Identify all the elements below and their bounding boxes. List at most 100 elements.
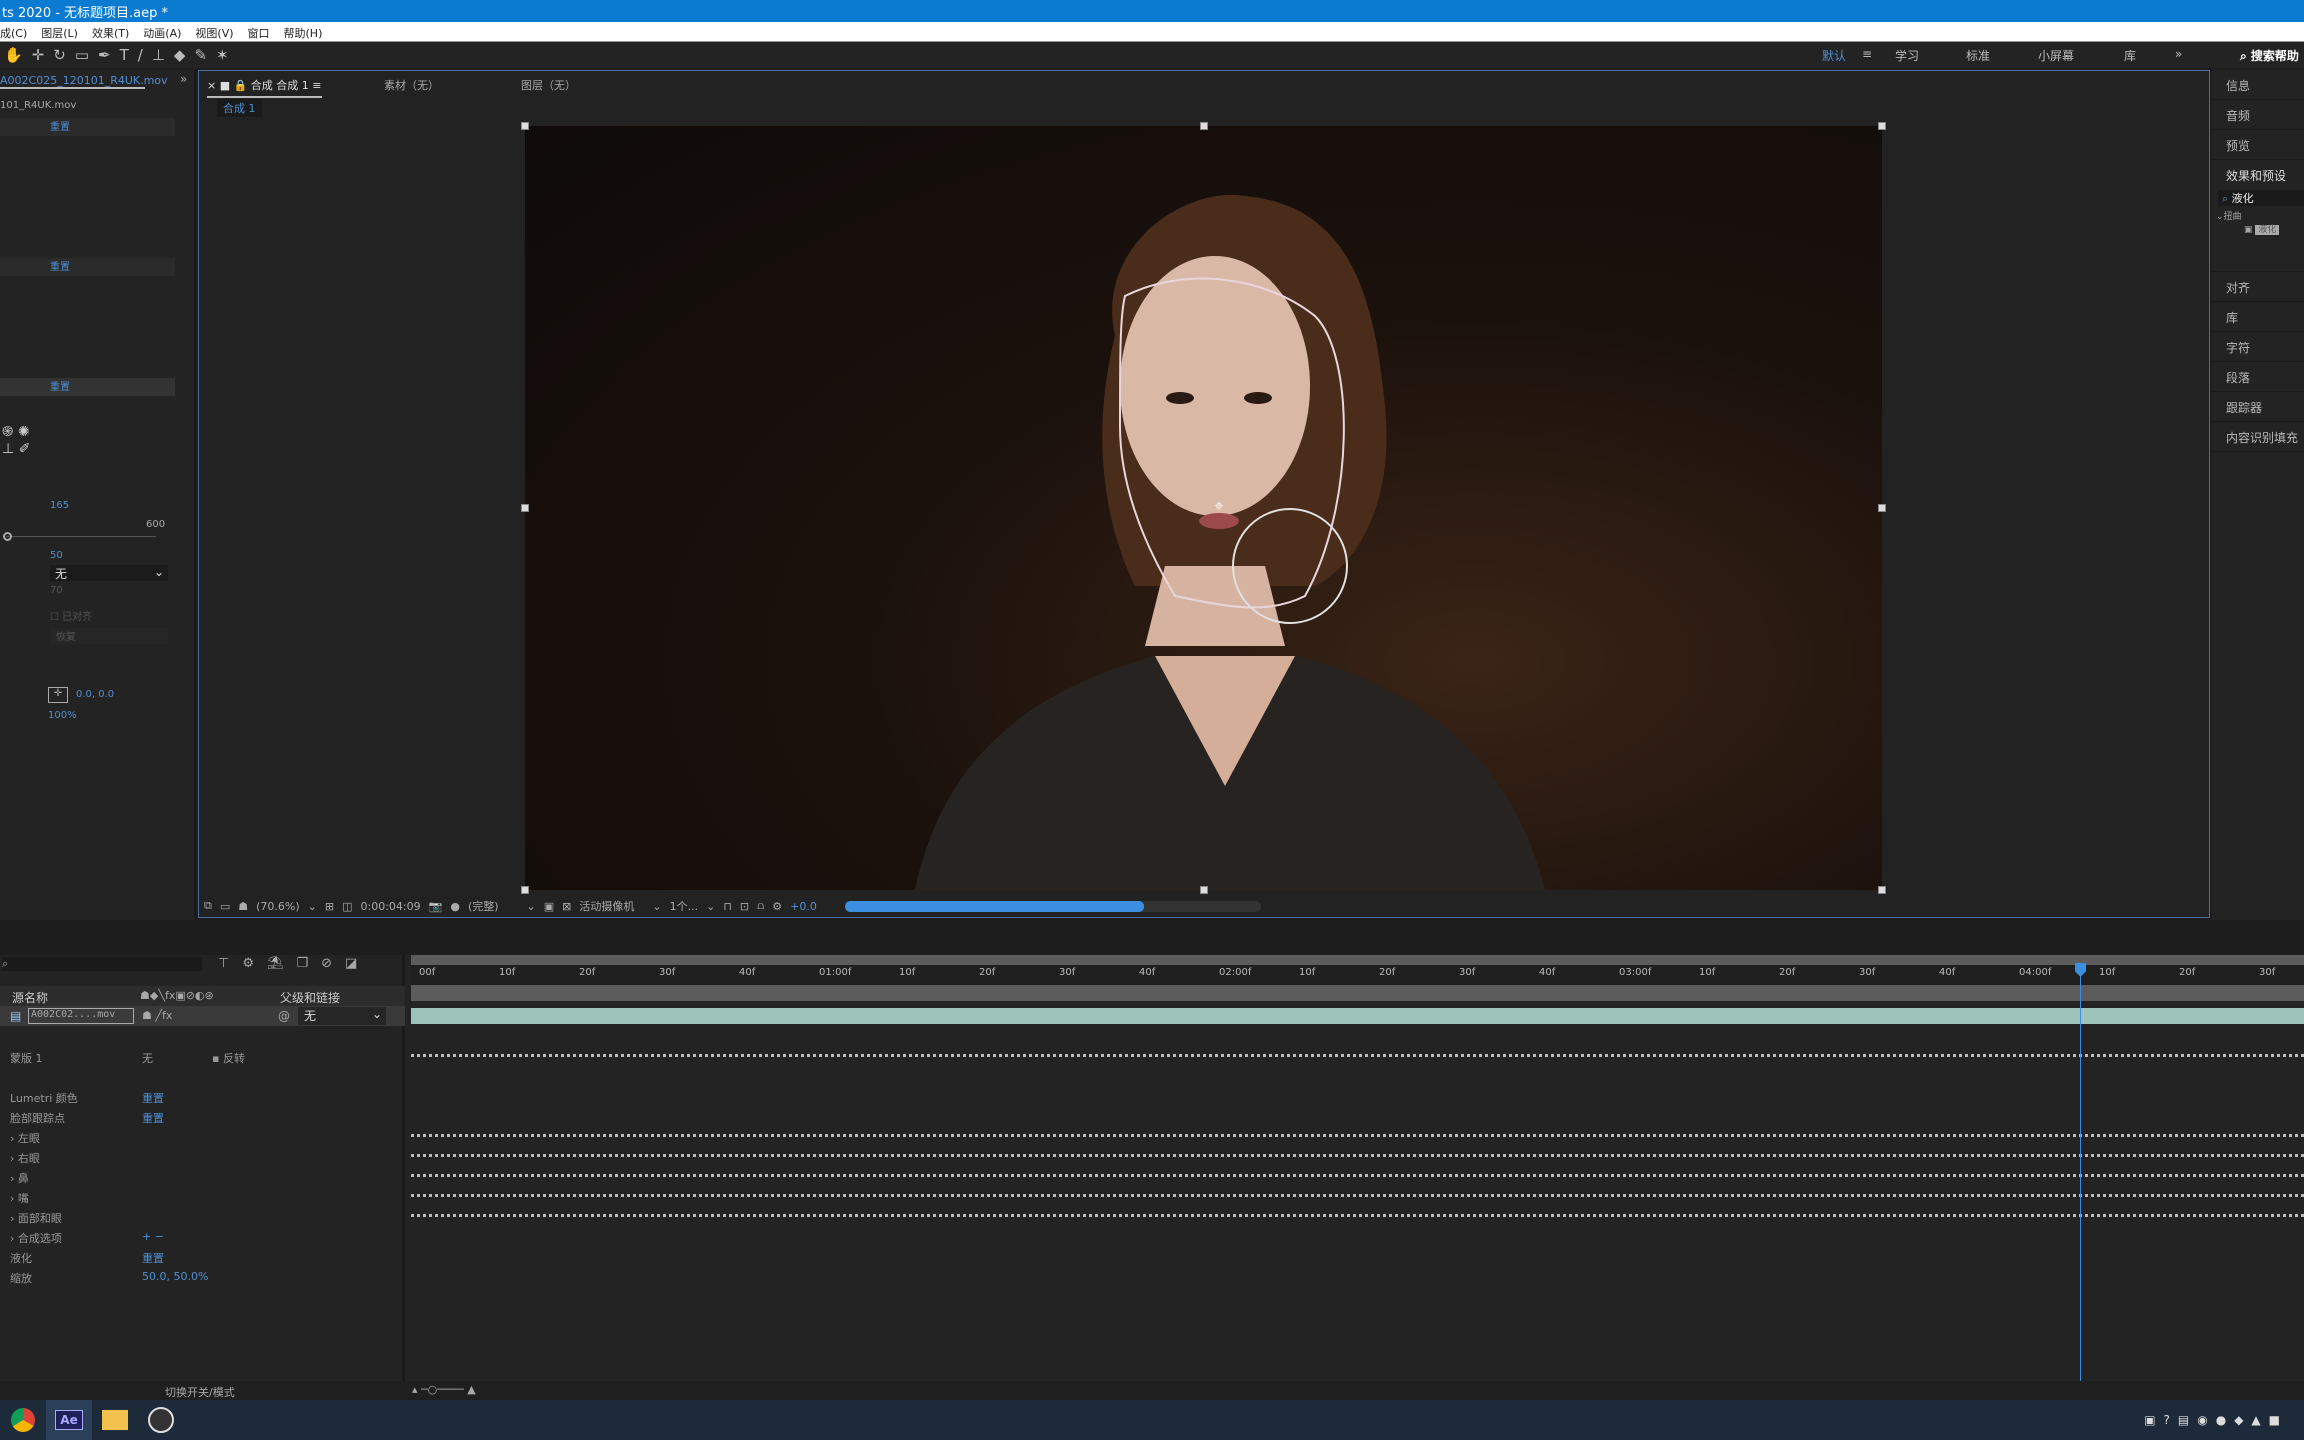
fast-preview-icon[interactable]: ⊓ bbox=[723, 900, 732, 913]
timeline-property-row[interactable]: 液化 重置 bbox=[0, 1246, 405, 1266]
timeline-property-row[interactable]: 蒙版 1 无 ▪ 反转 bbox=[0, 1046, 405, 1066]
source-name-header[interactable]: 源名称 bbox=[12, 989, 48, 1006]
comp-breadcrumb[interactable]: 合成 1 bbox=[217, 99, 262, 117]
panel-effects-presets[interactable]: 效果和预设 bbox=[2212, 160, 2304, 190]
property-value[interactable]: 无 bbox=[142, 1050, 153, 1066]
parent-link-header[interactable]: 父级和链接 bbox=[280, 989, 340, 1006]
property-value[interactable]: 重置 bbox=[142, 1250, 164, 1266]
panel-info[interactable]: 信息 bbox=[2212, 70, 2304, 100]
playhead[interactable] bbox=[2075, 963, 2086, 1381]
property-value[interactable]: 50.0, 50.0% bbox=[142, 1270, 208, 1283]
pin-tool-icon[interactable]: ✶ bbox=[216, 46, 229, 64]
effects-search-input[interactable]: ⌕ 液化 bbox=[2218, 190, 2304, 206]
aligned-checkbox[interactable]: ☐ 已对齐 bbox=[50, 608, 92, 623]
timeline-property-row[interactable] bbox=[0, 1066, 405, 1086]
menu-item[interactable]: 成(C) bbox=[0, 25, 27, 41]
composition-viewer[interactable]: ⌖ bbox=[525, 126, 1882, 890]
rotate-tool-icon[interactable]: ↻ bbox=[53, 46, 66, 64]
transparency-grid-icon[interactable]: ▣ bbox=[544, 900, 554, 913]
transform-handle[interactable] bbox=[1878, 504, 1886, 512]
timeline-property-row[interactable]: › 左眼 bbox=[0, 1126, 405, 1146]
layer-switches[interactable]: ☗ ╱fx bbox=[142, 1009, 172, 1022]
panel-item[interactable]: 对齐 bbox=[2212, 272, 2304, 302]
timeline-property-row[interactable] bbox=[0, 1026, 405, 1046]
timeline-icon[interactable]: ⊡ bbox=[740, 900, 749, 913]
property-value[interactable]: 重置 bbox=[142, 1090, 164, 1106]
panel-item[interactable]: 段落 bbox=[2212, 362, 2304, 392]
snapshot-icon[interactable]: 📷 bbox=[429, 900, 443, 913]
reset-link[interactable]: 重置 bbox=[50, 378, 70, 393]
reset-link[interactable]: 重置 bbox=[50, 258, 70, 273]
position-crosshair-icon[interactable]: ✛ bbox=[48, 687, 68, 703]
keyframe-track[interactable] bbox=[411, 1134, 2304, 1137]
toggle-mask-icon[interactable]: ⊠ bbox=[562, 900, 571, 913]
transform-handle[interactable] bbox=[521, 504, 529, 512]
layer-name[interactable]: A002C02....mov bbox=[28, 1008, 134, 1024]
mode-dropdown[interactable]: 无 ⌄ bbox=[50, 565, 168, 581]
restore-dropdown[interactable]: 恢复 bbox=[50, 628, 168, 644]
menu-item[interactable]: 动画(A) bbox=[143, 25, 181, 41]
category-distort[interactable]: ⌄扭曲 bbox=[2212, 209, 2304, 222]
effect-liquify-item[interactable]: ▣ 液化 bbox=[2212, 222, 2304, 242]
views-dropdown[interactable]: 1个... bbox=[670, 898, 699, 914]
hand-tool-icon[interactable]: ✋ bbox=[4, 46, 23, 64]
zoom-dropdown[interactable]: (70.6%) bbox=[256, 900, 300, 913]
layer-duration-bar[interactable] bbox=[411, 1008, 2304, 1024]
panel-item[interactable]: 内容识别填充 bbox=[2212, 422, 2304, 452]
transform-handle[interactable] bbox=[1878, 886, 1886, 894]
time-ruler[interactable]: 00f 10f 20f 30f 40f 01:00f 10f 20f 30f 40f 02:00f 1… bbox=[411, 965, 2304, 985]
rect-tool-icon[interactable]: ▭ bbox=[75, 46, 89, 64]
zoom-slider[interactable]: ▴ ─○──── ▲ bbox=[412, 1383, 476, 1396]
panel-item[interactable]: 字符 bbox=[2212, 332, 2304, 362]
panel-audio[interactable]: 音频 bbox=[2212, 100, 2304, 130]
obs-taskbar-icon[interactable] bbox=[138, 1400, 184, 1440]
timeline-search-input[interactable]: ⌕ bbox=[2, 957, 202, 971]
keyframe-track[interactable] bbox=[411, 1154, 2304, 1157]
transform-handle[interactable] bbox=[1200, 122, 1208, 130]
monitor-icon[interactable]: ▭ bbox=[220, 900, 230, 913]
menu-item[interactable]: 视图(V) bbox=[195, 25, 233, 41]
system-tray-icons[interactable]: ▣?▤◉●◆▲■ bbox=[2144, 1413, 2304, 1427]
transform-handle[interactable] bbox=[521, 122, 529, 130]
invert-checkbox[interactable]: ▪ 反转 bbox=[212, 1050, 245, 1066]
workspace-learn[interactable]: 学习 bbox=[1895, 47, 1919, 64]
timeline-property-row[interactable]: › 右眼 bbox=[0, 1146, 405, 1166]
current-time[interactable]: 0:00:04:09 bbox=[361, 900, 421, 913]
stamp-tool-icon[interactable]: ⊥ bbox=[152, 46, 165, 64]
timeline-property-row[interactable]: 缩放 50.0, 50.0% bbox=[0, 1266, 405, 1286]
workspace-menu-icon[interactable]: ≡ bbox=[1862, 47, 1872, 61]
property-value[interactable]: 重置 bbox=[142, 1110, 164, 1126]
timeline-property-row[interactable]: › 面部和眼 bbox=[0, 1206, 405, 1226]
effect-controls-tab[interactable]: A002C025_120101_R4UK.mov bbox=[0, 74, 168, 89]
menu-item[interactable]: 图层(L) bbox=[41, 25, 78, 41]
parent-dropdown[interactable]: 无 ⌄ bbox=[298, 1007, 386, 1025]
text-tool-icon[interactable]: T bbox=[120, 46, 129, 64]
transform-handle[interactable] bbox=[1878, 122, 1886, 130]
menu-item[interactable]: 窗口 bbox=[248, 25, 270, 41]
timeline-property-row[interactable]: 脸部跟踪点 重置 bbox=[0, 1106, 405, 1126]
scale-value[interactable]: 100% bbox=[48, 710, 77, 721]
property-value[interactable]: + − bbox=[142, 1230, 164, 1243]
work-area-bar[interactable] bbox=[411, 955, 2304, 965]
folder-taskbar-icon[interactable] bbox=[92, 1400, 138, 1440]
more-workspaces-icon[interactable]: » bbox=[2175, 47, 2182, 61]
panel-item[interactable]: 跟踪器 bbox=[2212, 392, 2304, 422]
keyframe-track[interactable] bbox=[411, 1054, 2304, 1057]
panel-item[interactable]: 库 bbox=[2212, 302, 2304, 332]
transform-handle[interactable] bbox=[521, 886, 529, 894]
workspace-default[interactable]: 默认 bbox=[1822, 47, 1846, 64]
workspace-standard[interactable]: 标准 bbox=[1966, 47, 1990, 64]
workspace-small[interactable]: 小屏幕 bbox=[2038, 47, 2074, 64]
brush-tool-icon[interactable]: / bbox=[138, 46, 143, 64]
exposure-value[interactable]: +0.0 bbox=[790, 900, 817, 913]
menu-item[interactable]: 帮助(H) bbox=[284, 25, 323, 41]
workspace-library[interactable]: 库 bbox=[2124, 47, 2136, 64]
grid-icon[interactable]: ⊞ bbox=[325, 900, 334, 913]
keyframe-track[interactable] bbox=[411, 1214, 2304, 1217]
brush-pressure-value[interactable]: 50 bbox=[50, 550, 63, 561]
tab-footage[interactable]: 素材（无） bbox=[384, 77, 439, 93]
layer-row[interactable]: ▤ A002C02....mov ☗ ╱fx @ 无 ⌄ bbox=[0, 1006, 405, 1026]
timeline-property-row[interactable]: › 鼻 bbox=[0, 1166, 405, 1186]
liquify-tools-icon[interactable]: ֍ ✺ ⊥ ✐ bbox=[2, 422, 30, 457]
timeline-property-row[interactable]: › 嘴 bbox=[0, 1186, 405, 1206]
